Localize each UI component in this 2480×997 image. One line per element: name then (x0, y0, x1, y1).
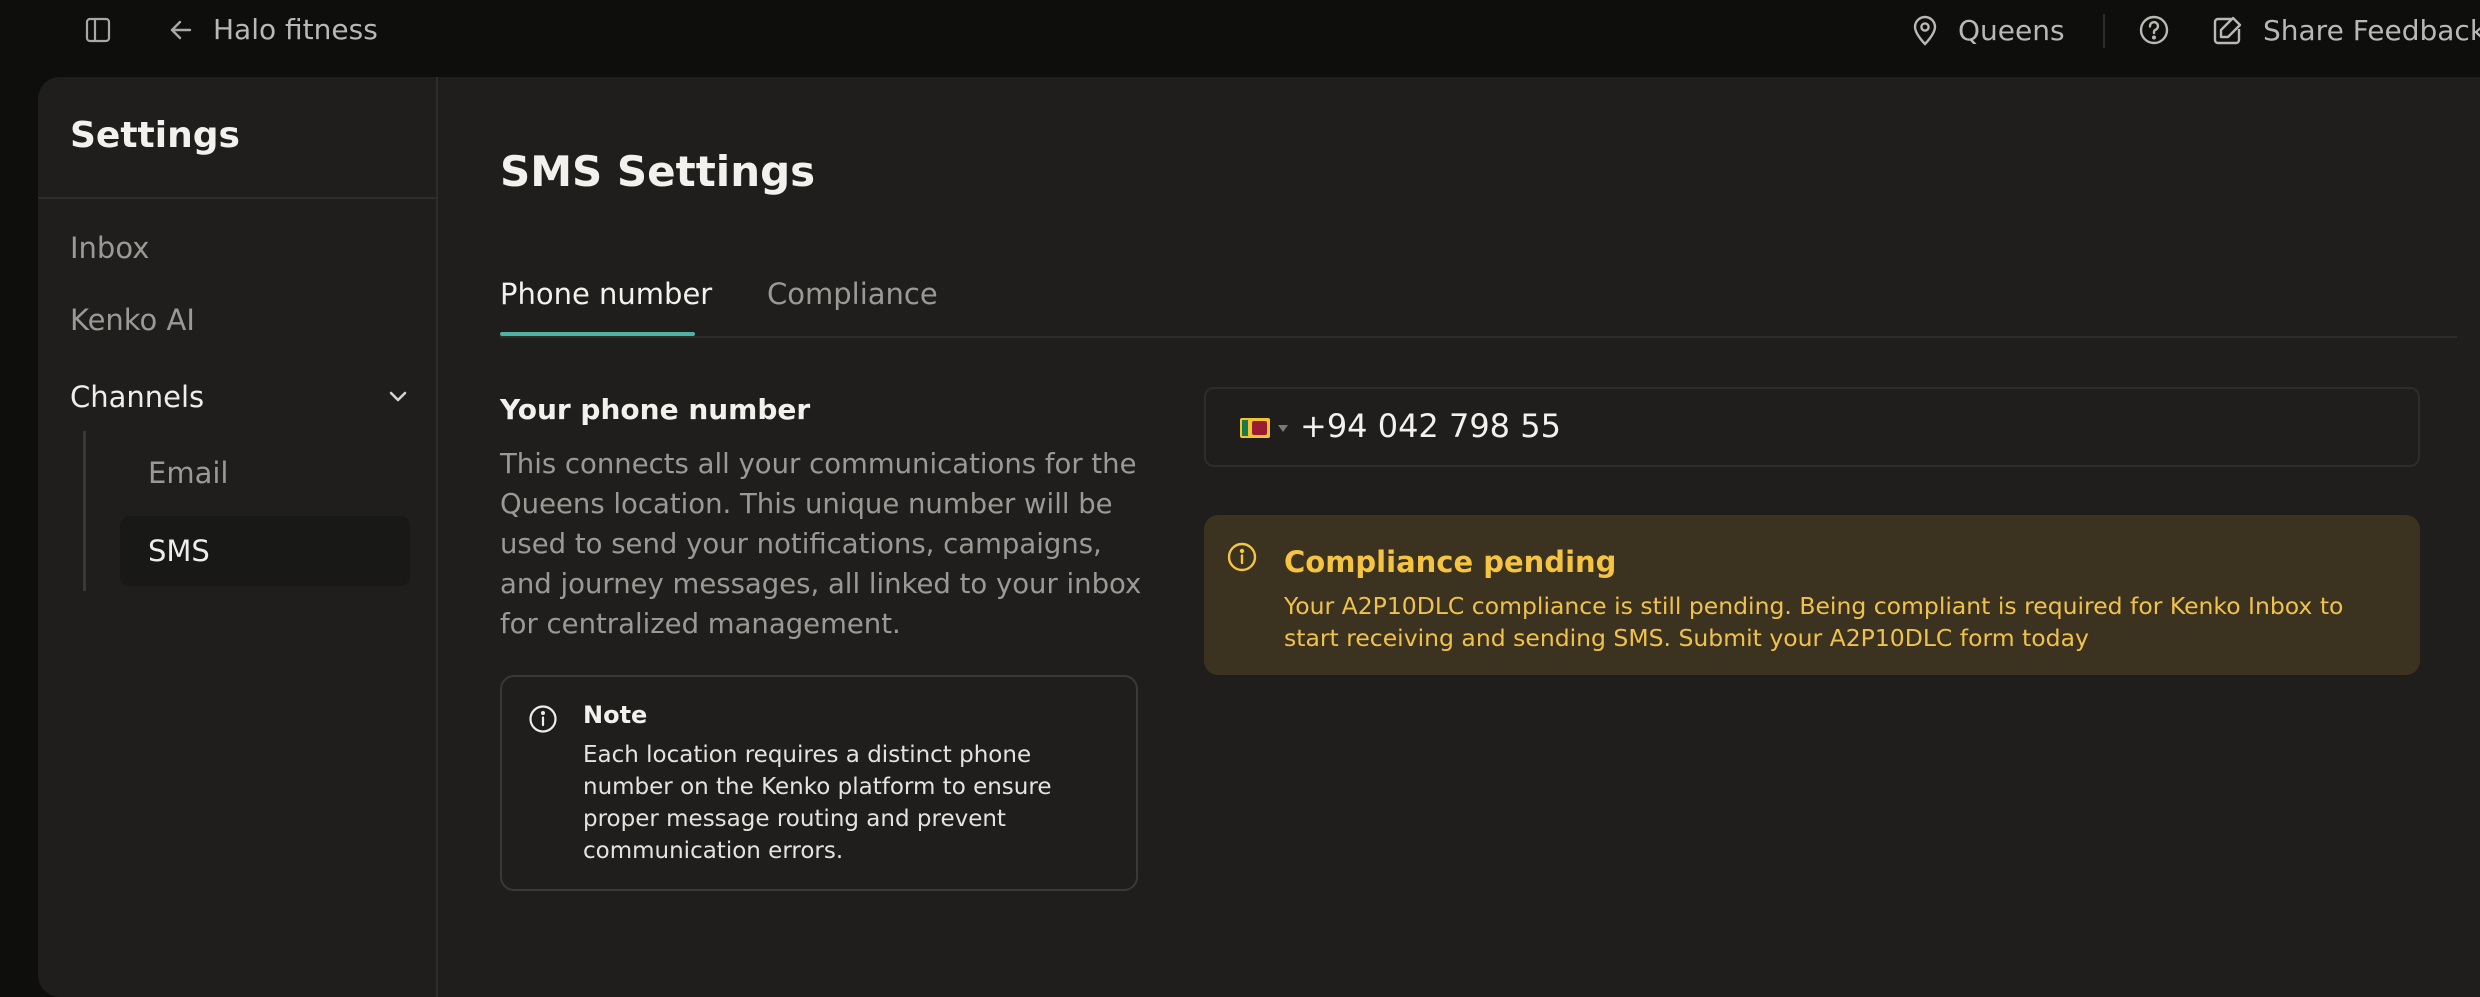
sidebar-channels-label: Channels (70, 380, 205, 414)
note-body: Each location requires a distinct phone … (583, 742, 1052, 864)
map-pin-icon (1910, 15, 1940, 47)
topbar-divider (2103, 14, 2105, 48)
sidebar-item-kenko-ai[interactable]: Kenko AI (70, 303, 195, 337)
edit-note-icon (2211, 15, 2243, 47)
page-title: SMS Settings (500, 147, 816, 196)
help-icon[interactable] (2138, 14, 2170, 46)
tab-compliance[interactable]: Compliance (767, 277, 938, 311)
share-feedback-button[interactable]: Share Feedback (2211, 14, 2480, 47)
warning-info-icon (1226, 541, 1258, 573)
alert-title: Compliance pending (1284, 545, 1617, 579)
caret-down-icon[interactable] (1278, 425, 1288, 432)
back-arrow-icon[interactable] (168, 17, 194, 43)
tab-active-indicator (500, 332, 695, 336)
app-title: Halo fitness (213, 13, 378, 46)
note-box: Note Each location requires a distinct p… (500, 675, 1138, 891)
info-icon (528, 704, 558, 734)
note-title: Note (583, 701, 648, 729)
channels-tree-line (83, 431, 86, 591)
phone-section-title: Your phone number (500, 393, 811, 426)
phone-number-input[interactable]: +94 042 798 55 (1204, 387, 2420, 467)
top-bar: Halo fitness Queens Share Feedback (0, 0, 2480, 62)
sidebar-item-channels[interactable]: Channels (70, 375, 410, 419)
sidebar-toggle-icon[interactable] (84, 16, 112, 44)
location-label: Queens (1958, 14, 2065, 47)
tabs-divider (500, 336, 2457, 338)
sidebar-divider (38, 197, 436, 199)
sidebar-title: Settings (70, 115, 240, 156)
settings-sidebar: Settings Inbox Kenko AI Channels Email S… (38, 77, 438, 997)
sidebar-item-email[interactable]: Email (120, 438, 410, 508)
sidebar-item-inbox[interactable]: Inbox (70, 231, 149, 265)
phone-number-value: +94 042 798 55 (1300, 407, 1561, 445)
sidebar-item-sms[interactable]: SMS (120, 516, 410, 586)
share-feedback-label: Share Feedback (2263, 14, 2480, 47)
chevron-down-icon (386, 385, 410, 409)
main-content: SMS Settings Phone number Compliance You… (436, 77, 2480, 997)
tab-phone-number[interactable]: Phone number (500, 277, 712, 311)
sri-lanka-flag-icon[interactable] (1240, 418, 1270, 438)
location-selector[interactable]: Queens (1910, 14, 2065, 47)
alert-body: Your A2P10DLC compliance is still pendin… (1284, 592, 2344, 652)
compliance-alert: Compliance pending Your A2P10DLC complia… (1204, 515, 2420, 675)
settings-panel: Settings Inbox Kenko AI Channels Email S… (38, 77, 2480, 997)
phone-section-description: This connects all your communications fo… (500, 448, 1142, 640)
